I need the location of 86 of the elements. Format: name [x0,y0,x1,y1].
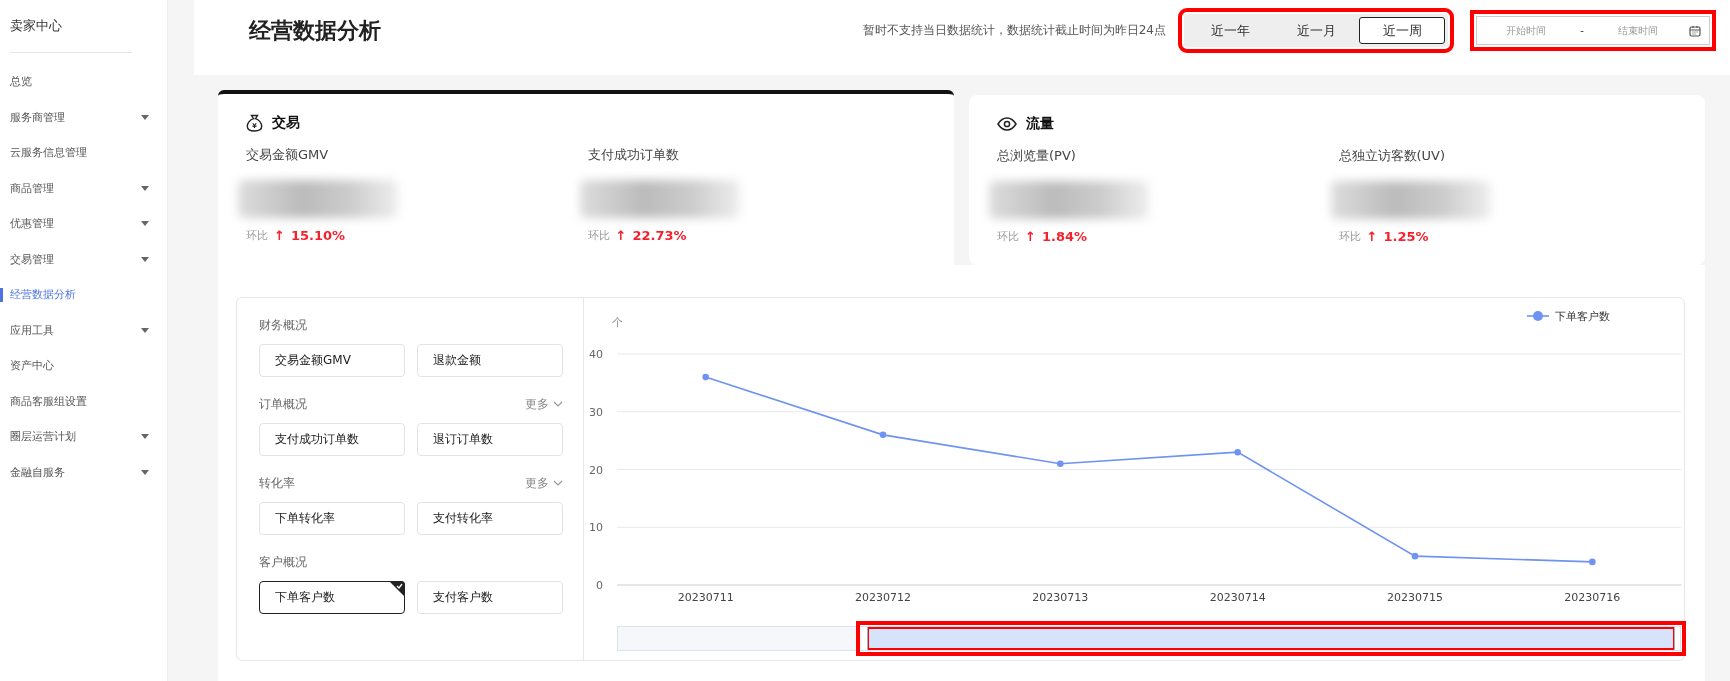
notice-text: 暂时不支持当日数据统计，数据统计截止时间为昨日24点 [862,22,1166,39]
caret-icon [141,221,149,227]
calendar-icon [1689,24,1701,37]
sidebar-item[interactable]: 交易管理 [0,241,167,277]
x-tick-label: 20230711 [677,591,734,604]
compare-label: 环比 [246,228,268,243]
sidebar-item[interactable]: 应用工具 [0,312,167,348]
indicator-option[interactable]: 支付成功订单数 [259,423,405,456]
data-point [879,431,887,439]
page-title: 经营数据分析 [249,16,382,45]
sidebar-item[interactable]: 商品客服组设置 [0,383,167,419]
caret-icon [141,256,149,262]
sidebar-item[interactable]: 商品管理 [0,170,167,206]
caret-icon [141,469,149,475]
metric-label: 总独立访客数(UV) [1338,147,1447,165]
indicator-option[interactable]: 退款金额 [417,344,563,377]
sidebar-item[interactable]: 服务商管理 [0,99,167,135]
group-title: 订单概况 [259,395,307,413]
indicator-option[interactable]: 支付客户数 [417,581,563,614]
up-arrow-icon: ↑ [615,228,627,243]
metric-label: 支付成功订单数 [587,146,680,164]
caret-icon [141,185,149,191]
up-arrow-icon: ↑ [1366,229,1378,244]
caret-icon [141,434,149,440]
y-tick-label: 10 [589,521,603,535]
y-tick-label: 30 [589,405,603,419]
compare-label: 环比 [997,229,1019,244]
group-title: 客户概况 [259,553,307,571]
y-tick-label: 40 [589,348,603,361]
range-separator: - [1579,25,1585,36]
card-title: 流量 [1026,115,1054,133]
check-corner-icon [389,581,405,597]
compare-label: 环比 [1338,229,1361,244]
up-arrow-icon: ↑ [274,228,285,243]
data-point [1589,558,1596,566]
chevron-down-icon [553,480,563,486]
x-tick-label: 20230712 [855,591,911,604]
y-tick-label: 0 [596,579,603,592]
data-point [1057,460,1064,468]
x-tick-label: 20230715 [1387,591,1443,604]
range-tab[interactable]: 近一月 [1273,17,1359,44]
indicator-option[interactable]: 下单客户数 [259,581,405,614]
sidebar-item[interactable]: 圈层运营计划 [0,419,167,455]
metric-label: 总浏览量(PV) [997,147,1077,165]
change-value: 15.10% [290,228,346,243]
legend-label: 下单客户数 [1555,310,1610,323]
indicator-option[interactable]: 支付转化率 [417,502,563,535]
legend-marker [1526,311,1550,321]
more-button[interactable]: 更多 [525,395,563,413]
y-tick-label: 20 [589,463,603,477]
sidebar-item[interactable]: 云服务信息管理 [0,135,167,171]
x-tick-label: 20230714 [1209,591,1266,604]
x-tick-label: 20230713 [1032,591,1089,604]
sidebar-item[interactable]: 总览 [0,64,167,100]
more-button[interactable]: 更多 [525,474,563,492]
metric-label: 交易金额GMV [246,146,330,164]
sidebar-item[interactable]: 优惠管理 [0,206,167,242]
caret-icon [141,114,149,120]
sidebar-item[interactable]: 经营数据分析 [0,277,167,313]
card-title: 交易 [272,114,300,132]
data-point [702,373,709,381]
sidebar-item[interactable]: 金融自服务 [0,454,167,490]
indicator-option[interactable]: 退订订单数 [417,423,563,456]
sidebar-item[interactable]: 资产中心 [0,348,167,384]
eye-icon [997,117,1017,131]
chevron-down-icon [553,401,563,407]
indicator-option[interactable]: 下单转化率 [259,502,405,535]
x-tick-label: 20230716 [1564,591,1621,604]
range-tab[interactable]: 近一周 [1359,17,1445,44]
data-point [1411,552,1419,560]
change-value: 1.84% [1041,229,1087,244]
end-date-input[interactable]: 结束时间 [1597,24,1679,37]
change-value: 22.73% [632,228,687,243]
caret-icon [141,327,149,333]
data-point [1234,448,1241,456]
group-title: 转化率 [259,474,295,492]
change-value: 1.25% [1383,229,1429,244]
range-tab[interactable]: 近一年 [1187,17,1273,44]
metric-card[interactable]: 流量 总浏览量(PV) 环比 ↑ 1.84% 总独立访客数(UV) 环比 ↑ 1.25% [969,95,1705,265]
start-date-input[interactable]: 开始时间 [1485,24,1567,37]
app-title: 卖家中心 [9,17,63,35]
up-arrow-icon: ↑ [1025,229,1036,244]
y-axis-unit: 个 [611,316,623,329]
compare-label: 环比 [587,228,610,243]
group-title: 财务概况 [259,316,307,334]
indicator-option[interactable]: 交易金额GMV [259,344,405,377]
